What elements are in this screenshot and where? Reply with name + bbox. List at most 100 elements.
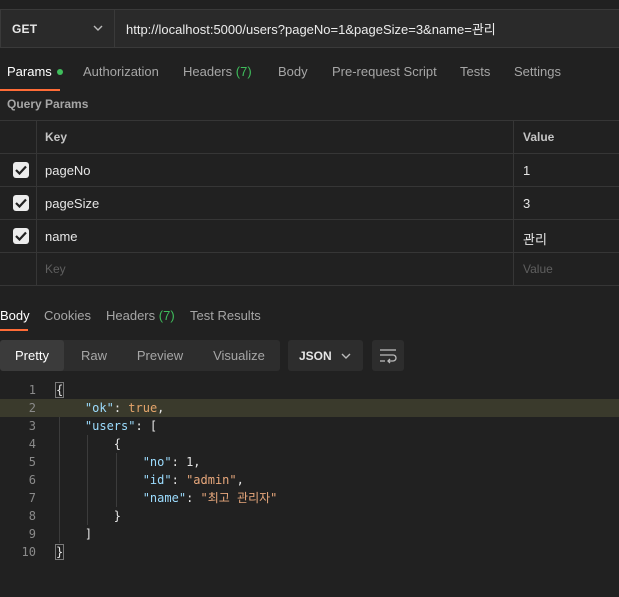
line-number: 4 bbox=[28, 437, 36, 451]
table-row: pageNo 1 bbox=[0, 153, 619, 186]
view-pretty-button[interactable]: Pretty bbox=[0, 340, 64, 371]
line-number: 6 bbox=[28, 473, 36, 487]
checkbox-cell bbox=[0, 253, 37, 285]
line-number: 8 bbox=[28, 509, 36, 523]
line-number: 9 bbox=[28, 527, 36, 541]
request-tabs: Params Authorization Headers (7) Body Pr… bbox=[0, 60, 619, 86]
code-text: ] bbox=[56, 527, 93, 541]
query-params-title: Query Params bbox=[7, 97, 89, 111]
code-text: "no": 1, bbox=[142, 455, 201, 469]
view-preview-button[interactable]: Preview bbox=[124, 340, 196, 371]
format-label: JSON bbox=[299, 349, 332, 363]
tab-response-body[interactable]: Body bbox=[0, 308, 30, 323]
chevron-down-icon bbox=[93, 25, 103, 31]
value-placeholder[interactable]: Value bbox=[523, 262, 553, 276]
column-divider bbox=[513, 220, 514, 252]
format-select[interactable]: JSON bbox=[288, 340, 363, 371]
code-text: "name": "최고 관리자" bbox=[142, 491, 278, 505]
header-checkbox-cell bbox=[0, 121, 37, 153]
line-number: 3 bbox=[28, 419, 36, 433]
code-line: 5 "no": 1, bbox=[0, 453, 619, 471]
value-column-header: Value bbox=[523, 130, 555, 144]
json-key: "no" bbox=[142, 455, 172, 469]
code-line: 1{ bbox=[0, 381, 619, 399]
tab-params[interactable]: Params bbox=[7, 64, 63, 79]
code-line: 7 "name": "최고 관리자" bbox=[0, 489, 619, 507]
code-line-highlighted: 2 "ok": true, bbox=[0, 399, 619, 417]
tab-params-label: Params bbox=[7, 64, 52, 79]
url-input[interactable]: http://localhost:5000/users?pageNo=1&pag… bbox=[115, 9, 619, 48]
param-key[interactable]: name bbox=[45, 229, 78, 244]
url-text: http://localhost:5000/users?pageNo=1&pag… bbox=[126, 22, 496, 37]
table-bottom-border bbox=[0, 285, 619, 286]
code-text: { bbox=[56, 437, 122, 451]
request-bar: GET http://localhost:5000/users?pageNo=1… bbox=[0, 9, 619, 48]
tab-tests[interactable]: Tests bbox=[460, 64, 490, 79]
close-brace: } bbox=[54, 544, 65, 560]
code-text: } bbox=[56, 509, 122, 523]
key-placeholder[interactable]: Key bbox=[45, 262, 66, 276]
tab-settings[interactable]: Settings bbox=[514, 64, 561, 79]
param-key[interactable]: pageSize bbox=[45, 196, 99, 211]
code-line: 10} bbox=[0, 543, 619, 561]
table-header-row: Key Value bbox=[0, 120, 619, 153]
json-string: "admin" bbox=[186, 473, 237, 487]
checkbox-checked-icon[interactable] bbox=[13, 162, 29, 178]
line-number: 5 bbox=[28, 455, 36, 469]
param-value[interactable]: 1 bbox=[523, 163, 530, 178]
code-text: } bbox=[54, 543, 65, 561]
line-number: 7 bbox=[28, 491, 36, 505]
line-number: 1 bbox=[28, 383, 36, 397]
tab-cookies[interactable]: Cookies bbox=[44, 308, 91, 323]
tab-response-headers[interactable]: Headers (7) bbox=[106, 308, 175, 323]
checkbox-checked-icon[interactable] bbox=[13, 228, 29, 244]
code-text: "users": [ bbox=[84, 419, 158, 433]
code-line: 8 } bbox=[0, 507, 619, 525]
headers-count: (7) bbox=[235, 64, 252, 79]
view-raw-button[interactable]: Raw bbox=[66, 340, 122, 371]
wrap-lines-icon bbox=[380, 349, 397, 364]
method-label: GET bbox=[12, 21, 38, 36]
open-brace: { bbox=[54, 382, 65, 398]
column-divider bbox=[513, 187, 514, 219]
view-visualize-button[interactable]: Visualize bbox=[198, 340, 280, 371]
tab-authorization[interactable]: Authorization bbox=[83, 64, 159, 79]
method-select[interactable]: GET bbox=[0, 9, 115, 48]
column-divider bbox=[513, 154, 514, 186]
code-line: 3 "users": [ bbox=[0, 417, 619, 435]
checkbox-cell bbox=[0, 187, 37, 219]
checkbox-checked-icon[interactable] bbox=[13, 195, 29, 211]
json-key: "id" bbox=[142, 473, 172, 487]
column-divider bbox=[513, 253, 514, 285]
json-key: "name" bbox=[142, 491, 187, 505]
params-indicator-dot bbox=[56, 68, 63, 75]
tab-test-results[interactable]: Test Results bbox=[190, 308, 261, 323]
key-column-header: Key bbox=[45, 130, 68, 144]
param-value[interactable]: 3 bbox=[523, 196, 530, 211]
code-line: 9 ] bbox=[0, 525, 619, 543]
table-row: pageSize 3 bbox=[0, 186, 619, 219]
code-text: { bbox=[54, 381, 65, 399]
active-response-tab-indicator bbox=[0, 329, 28, 331]
table-row: name 관리 bbox=[0, 219, 619, 252]
code-line: 6 "id": "admin", bbox=[0, 471, 619, 489]
wrap-lines-button[interactable] bbox=[372, 340, 404, 371]
tab-pre-request-script[interactable]: Pre-request Script bbox=[332, 64, 437, 79]
code-line: 4 { bbox=[0, 435, 619, 453]
json-string: "최고 관리자" bbox=[200, 491, 278, 505]
chevron-down-icon bbox=[341, 353, 351, 359]
view-mode-group: Pretty Raw Preview Visualize bbox=[0, 340, 280, 371]
tab-body[interactable]: Body bbox=[278, 64, 308, 79]
param-key[interactable]: pageNo bbox=[45, 163, 91, 178]
table-row-empty: Key Value bbox=[0, 252, 619, 285]
param-value[interactable]: 관리 bbox=[523, 229, 547, 248]
checkbox-cell bbox=[0, 154, 37, 186]
tab-headers-label: Headers bbox=[183, 64, 233, 79]
tab-headers[interactable]: Headers (7) bbox=[183, 64, 252, 79]
line-number: 2 bbox=[28, 401, 36, 415]
column-divider bbox=[513, 121, 514, 153]
json-bool: true bbox=[128, 401, 158, 415]
line-number: 10 bbox=[21, 545, 36, 559]
active-tab-indicator bbox=[0, 89, 60, 91]
json-key: "users" bbox=[84, 419, 136, 433]
